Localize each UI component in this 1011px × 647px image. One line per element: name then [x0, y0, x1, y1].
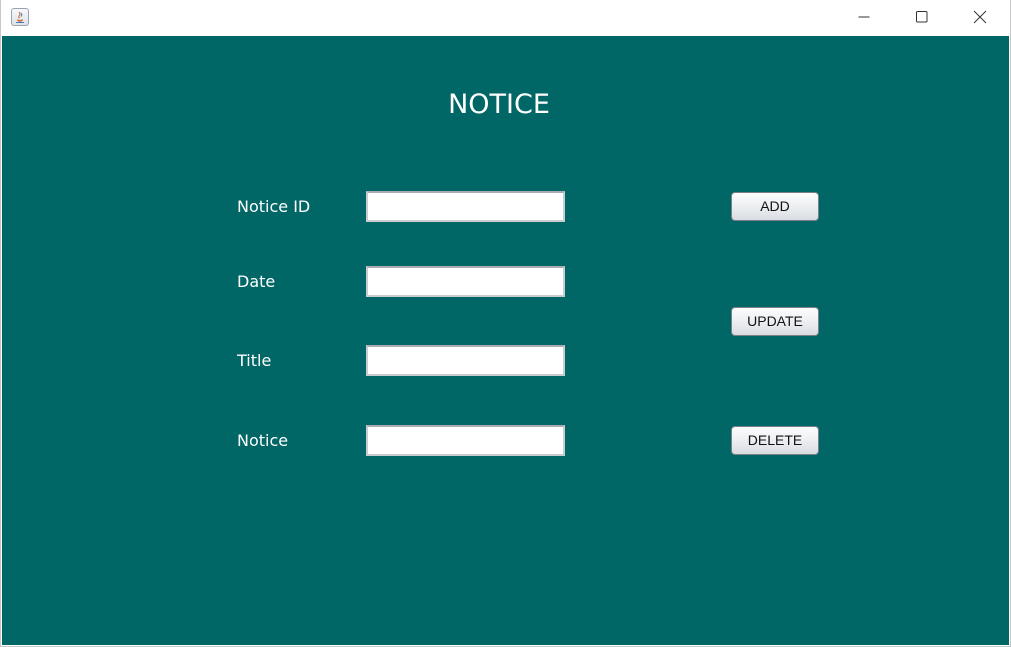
notice-id-label: Notice ID — [237, 197, 311, 216]
minimize-icon — [858, 16, 870, 18]
title-label: Title — [237, 351, 272, 370]
notice-id-input[interactable] — [366, 191, 565, 222]
minimize-button[interactable] — [835, 0, 893, 34]
notice-form-panel: NOTICE Notice ID Date Title Notice ADD U… — [2, 36, 1009, 645]
close-icon — [973, 10, 987, 24]
delete-button[interactable]: DELETE — [731, 426, 819, 455]
maximize-button[interactable] — [893, 0, 951, 34]
page-title: NOTICE — [448, 89, 550, 120]
date-label: Date — [237, 272, 276, 291]
close-button[interactable] — [951, 0, 1009, 34]
add-button[interactable]: ADD — [731, 192, 819, 221]
update-button[interactable]: UPDATE — [731, 307, 819, 336]
title-input[interactable] — [366, 345, 565, 376]
notice-input[interactable] — [366, 425, 565, 456]
title-bar[interactable] — [1, 0, 1010, 36]
maximize-icon — [916, 11, 928, 23]
date-input[interactable] — [366, 266, 565, 297]
notice-window: NOTICE Notice ID Date Title Notice ADD U… — [0, 0, 1011, 647]
notice-label: Notice — [237, 431, 289, 450]
java-app-icon[interactable] — [11, 8, 29, 26]
